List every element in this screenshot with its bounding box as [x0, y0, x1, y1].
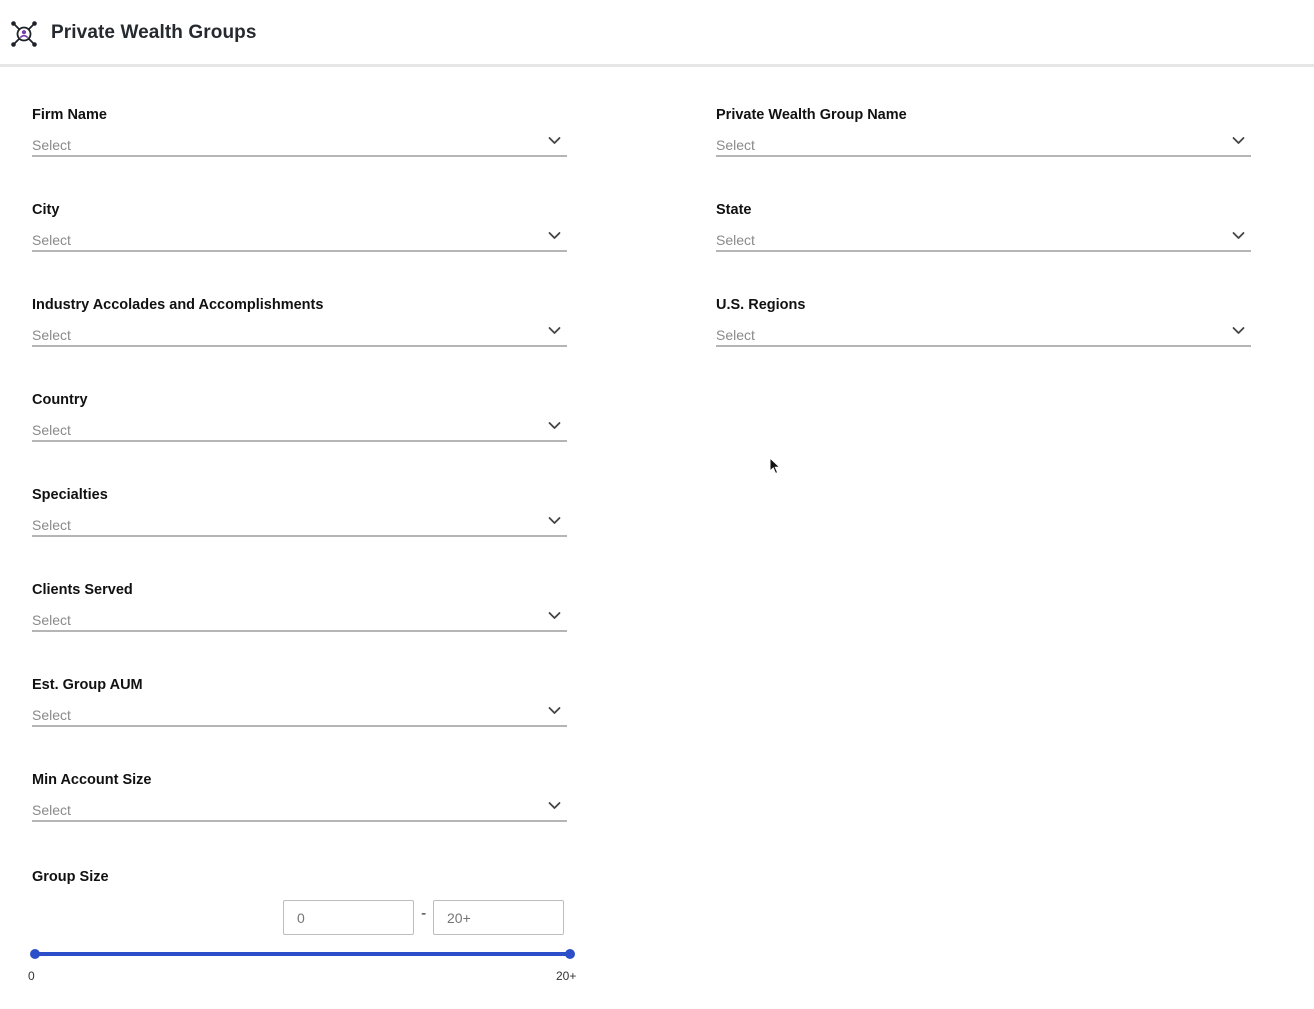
group-aum-filter: Est. Group AUM Select: [32, 677, 567, 747]
slider-min-tick: 0: [28, 969, 35, 983]
min-account-size-label: Min Account Size: [32, 772, 152, 788]
group-size-label: Group Size: [32, 869, 109, 885]
chevron-down-icon: [1232, 232, 1245, 239]
us-regions-filter: U.S. Regions Select: [716, 297, 1251, 367]
country-label: Country: [32, 392, 88, 408]
chevron-down-icon: [548, 137, 561, 144]
range-separator: -: [421, 905, 427, 922]
chevron-down-icon: [548, 612, 561, 619]
group-aum-label: Est. Group AUM: [32, 677, 143, 693]
clients-served-select[interactable]: Select: [32, 606, 567, 632]
pwg-name-filter: Private Wealth Group Name Select: [716, 107, 1251, 177]
city-filter: City Select: [32, 202, 567, 272]
slider-max-tick: 20+: [556, 969, 577, 983]
mouse-cursor-icon: [769, 457, 781, 475]
firm-name-label: Firm Name: [32, 107, 107, 123]
min-account-size-filter: Min Account Size Select: [32, 772, 567, 842]
us-regions-label: U.S. Regions: [716, 297, 806, 313]
slider-max-handle[interactable]: [565, 949, 575, 959]
us-regions-select[interactable]: Select: [716, 321, 1251, 347]
us-regions-placeholder: Select: [716, 327, 755, 343]
specialties-filter: Specialties Select: [32, 487, 567, 557]
firm-name-select[interactable]: Select: [32, 131, 567, 157]
group-size-max-input[interactable]: [433, 900, 564, 935]
specialties-placeholder: Select: [32, 517, 71, 533]
state-filter: State Select: [716, 202, 1251, 272]
firm-name-filter: Firm Name Select: [32, 107, 567, 177]
accolades-filter: Industry Accolades and Accomplishments S…: [32, 297, 567, 367]
page-title: Private Wealth Groups: [51, 22, 257, 43]
min-account-size-select[interactable]: Select: [32, 796, 567, 822]
pwg-name-select[interactable]: Select: [716, 131, 1251, 157]
clients-served-placeholder: Select: [32, 612, 71, 628]
min-account-size-placeholder: Select: [32, 802, 71, 818]
accolades-placeholder: Select: [32, 327, 71, 343]
chevron-down-icon: [548, 232, 561, 239]
chevron-down-icon: [548, 327, 561, 334]
pwg-name-placeholder: Select: [716, 137, 755, 153]
clients-served-filter: Clients Served Select: [32, 582, 567, 652]
chevron-down-icon: [548, 517, 561, 524]
specialties-select[interactable]: Select: [32, 511, 567, 537]
slider-min-handle[interactable]: [30, 949, 40, 959]
clients-served-label: Clients Served: [32, 582, 133, 598]
city-placeholder: Select: [32, 232, 71, 248]
city-label: City: [32, 202, 60, 218]
chevron-down-icon: [548, 422, 561, 429]
country-placeholder: Select: [32, 422, 71, 438]
slider-track[interactable]: [35, 952, 570, 956]
group-size-filter: Group Size - 0 20+: [28, 868, 580, 988]
state-placeholder: Select: [716, 232, 755, 248]
network-person-icon: [11, 21, 37, 47]
state-label: State: [716, 202, 752, 218]
specialties-label: Specialties: [32, 487, 108, 503]
city-select[interactable]: Select: [32, 226, 567, 252]
group-size-min-input[interactable]: [283, 900, 414, 935]
chevron-down-icon: [548, 802, 561, 809]
group-aum-select[interactable]: Select: [32, 701, 567, 727]
chevron-down-icon: [1232, 137, 1245, 144]
country-filter: Country Select: [32, 392, 567, 462]
state-select[interactable]: Select: [716, 226, 1251, 252]
firm-name-placeholder: Select: [32, 137, 71, 153]
group-aum-placeholder: Select: [32, 707, 71, 723]
country-select[interactable]: Select: [32, 416, 567, 442]
page-header: Private Wealth Groups: [0, 0, 1314, 67]
accolades-select[interactable]: Select: [32, 321, 567, 347]
chevron-down-icon: [548, 707, 561, 714]
pwg-name-label: Private Wealth Group Name: [716, 107, 907, 123]
accolades-label: Industry Accolades and Accomplishments: [32, 297, 324, 313]
chevron-down-icon: [1232, 327, 1245, 334]
